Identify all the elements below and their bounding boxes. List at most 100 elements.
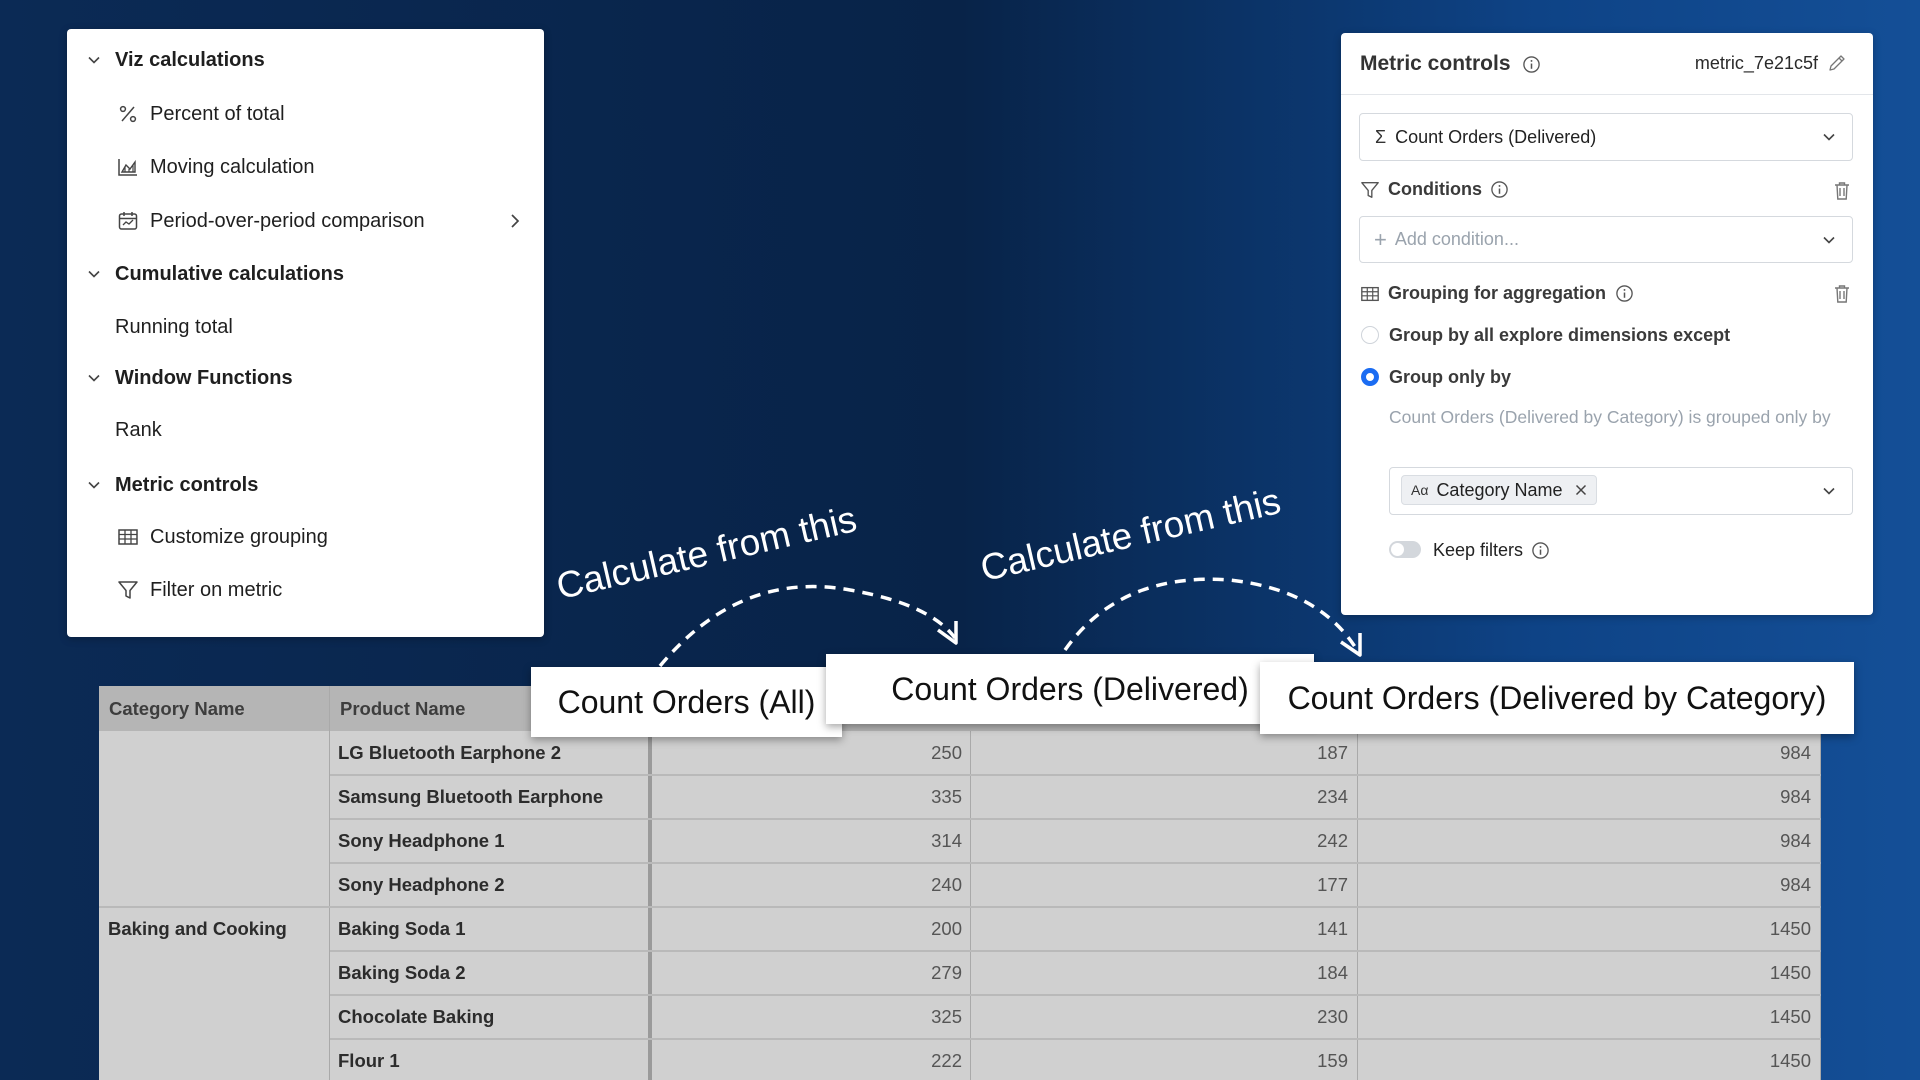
section-label: Window Functions xyxy=(115,366,293,389)
cell-count-delivered: 184 xyxy=(1317,962,1348,983)
info-icon[interactable] xyxy=(1531,541,1550,560)
cell-count-delivered: 187 xyxy=(1317,742,1348,763)
metric-select[interactable]: Σ Count Orders (Delivered) xyxy=(1359,113,1853,161)
cell-count-all: 279 xyxy=(931,962,962,983)
chevron-down-icon xyxy=(88,270,100,278)
cell-count-all: 325 xyxy=(931,1006,962,1027)
menu-item-percent-of-total[interactable]: Percent of total xyxy=(67,92,544,136)
cell-count-all: 222 xyxy=(931,1050,962,1071)
menu-item-period-over-period[interactable]: Period-over-period comparison xyxy=(67,199,544,243)
menu-item-label: Period-over-period comparison xyxy=(150,209,425,232)
keep-filters-label: Keep filters xyxy=(1433,540,1550,561)
table-icon xyxy=(1361,286,1379,301)
chip-label: Category Name xyxy=(1436,479,1563,500)
percent-icon xyxy=(119,105,137,123)
close-icon[interactable] xyxy=(1575,484,1587,496)
section-viz-calculations[interactable]: Viz calculations xyxy=(67,38,544,82)
menu-item-label: Percent of total xyxy=(150,102,285,125)
cell-category-name xyxy=(108,863,328,907)
cell-product-name: LG Bluetooth Earphone 2 xyxy=(338,742,562,763)
calendar-icon xyxy=(118,212,138,230)
cell-count-all: 250 xyxy=(931,742,962,763)
row-divider xyxy=(99,906,330,908)
plus-icon: + xyxy=(1374,226,1387,252)
panel-title-text: Metric controls xyxy=(1360,52,1511,75)
table-icon xyxy=(118,529,138,545)
cell-product-name: Sony Headphone 2 xyxy=(338,874,505,895)
radio-group-only-by[interactable] xyxy=(1361,368,1379,386)
sigma-icon: Σ xyxy=(1375,126,1387,147)
radio-label: Group only by xyxy=(1389,367,1512,387)
metric-id: metric_7e21c5f xyxy=(1694,53,1818,73)
cell-count-delivered: 230 xyxy=(1317,1006,1348,1027)
section-cumulative-calculations[interactable]: Cumulative calculations xyxy=(67,252,544,296)
annotation-right: Calculate from this xyxy=(976,480,1285,590)
chevron-down-icon xyxy=(1823,133,1835,141)
cell-count-by-category: 984 xyxy=(1780,874,1811,895)
menu-item-running-total[interactable]: Running total xyxy=(67,305,544,349)
cell-count-by-category: 1450 xyxy=(1769,918,1811,939)
info-icon[interactable] xyxy=(1615,284,1634,303)
menu-item-label: Filter on metric xyxy=(150,578,283,601)
menu-item-moving-calculation[interactable]: Moving calculation xyxy=(67,145,544,189)
header-category-name[interactable]: Category Name xyxy=(99,686,329,731)
cell-product-name: Sony Headphone 1 xyxy=(338,830,505,851)
cell-count-by-category: 984 xyxy=(1780,786,1811,807)
annotation-left: Calculate from this xyxy=(552,498,861,608)
section-metric-controls[interactable]: Metric controls xyxy=(67,463,544,507)
info-icon[interactable] xyxy=(1490,180,1509,199)
results-table: Category Name Product Name LG Bluetooth … xyxy=(99,686,1821,1080)
cell-count-delivered: 141 xyxy=(1317,918,1348,939)
cell-product-name: Baking Soda 2 xyxy=(338,962,466,983)
cell-category-name xyxy=(108,819,328,863)
menu-item-label: Customize grouping xyxy=(150,525,328,548)
grouping-help-text: Count Orders (Delivered by Category) is … xyxy=(1389,407,1831,427)
calculations-menu: Viz calculations Percent of total Moving… xyxy=(67,29,544,637)
menu-item-rank[interactable]: Rank xyxy=(67,408,544,452)
section-label: Metric controls xyxy=(115,473,259,496)
cell-count-delivered: 234 xyxy=(1317,786,1348,807)
callout-count-orders-all: Count Orders (All) xyxy=(531,667,842,737)
section-label: Viz calculations xyxy=(115,48,265,71)
add-condition-placeholder: Add condition... xyxy=(1394,229,1519,249)
radio-group-by-all-except[interactable] xyxy=(1361,326,1379,344)
metric-select-value: Count Orders (Delivered) xyxy=(1395,126,1597,147)
trash-icon[interactable] xyxy=(1833,284,1851,304)
conditions-label-text: Conditions xyxy=(1388,179,1482,199)
arrowhead-right xyxy=(1340,633,1362,657)
cell-count-by-category: 1450 xyxy=(1769,1050,1811,1071)
pencil-icon[interactable] xyxy=(1827,53,1847,73)
info-icon[interactable] xyxy=(1522,55,1541,74)
cell-product-name: Samsung Bluetooth Earphone xyxy=(338,786,604,807)
dimension-chip: Aα Category Name xyxy=(1401,475,1597,505)
cell-count-by-category: 1450 xyxy=(1769,962,1811,983)
conditions-label: Conditions xyxy=(1360,179,1509,200)
section-label: Cumulative calculations xyxy=(115,262,344,285)
keep-filters-toggle[interactable] xyxy=(1389,541,1421,558)
metric-controls-header: Metric controls metric_7e21c5f xyxy=(1341,33,1873,95)
filter-icon xyxy=(1361,181,1379,198)
string-type-icon: Aα xyxy=(1411,482,1429,498)
arrowhead-left xyxy=(936,621,958,645)
cell-category-name xyxy=(108,775,328,819)
column-divider xyxy=(329,686,330,1080)
chevron-down-icon xyxy=(1823,487,1835,495)
radio-label: Group by all explore dimensions except xyxy=(1389,325,1731,345)
cell-count-all: 314 xyxy=(931,830,962,851)
menu-item-customize-grouping[interactable]: Customize grouping xyxy=(67,515,544,559)
keep-filters-text: Keep filters xyxy=(1433,540,1524,560)
section-window-functions[interactable]: Window Functions xyxy=(67,356,544,400)
cell-category-name xyxy=(108,1039,328,1080)
cell-count-by-category: 984 xyxy=(1780,742,1811,763)
group-by-dimension-select[interactable]: Aα Category Name xyxy=(1389,467,1853,515)
add-condition-select[interactable]: + Add condition... xyxy=(1359,216,1853,263)
cell-count-delivered: 242 xyxy=(1317,830,1348,851)
cell-category-name xyxy=(108,731,328,775)
filter-icon xyxy=(118,581,138,599)
grouping-label: Grouping for aggregation xyxy=(1360,283,1634,304)
grouping-label-text: Grouping for aggregation xyxy=(1388,283,1606,303)
menu-item-filter-on-metric[interactable]: Filter on metric xyxy=(67,568,544,612)
trash-icon[interactable] xyxy=(1833,181,1851,201)
cell-count-delivered: 159 xyxy=(1317,1050,1348,1071)
callout-count-orders-delivered: Count Orders (Delivered) xyxy=(826,654,1314,724)
